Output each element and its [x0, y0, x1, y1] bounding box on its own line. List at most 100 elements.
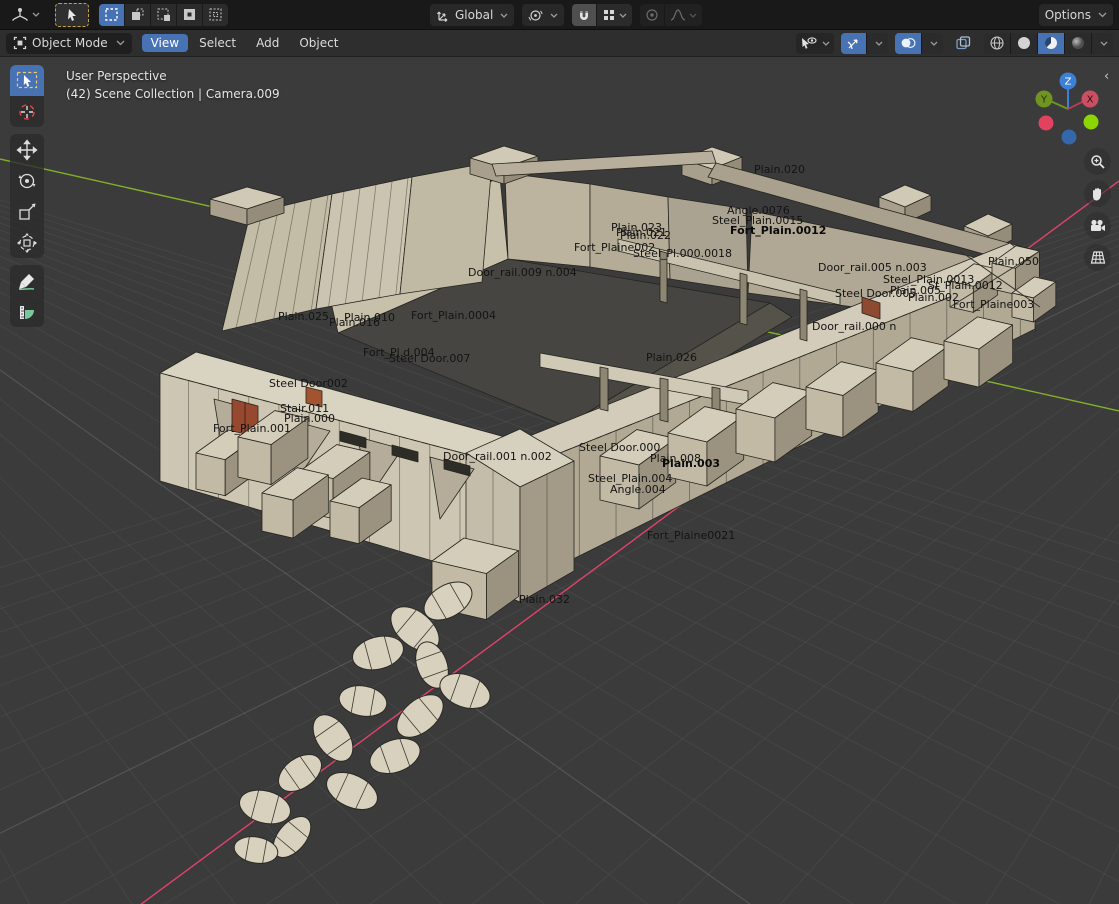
object-label: Plain.003 [662, 457, 720, 470]
editor-type-3d-viewport-icon [11, 7, 29, 23]
object-label: Door_rail.000 n [812, 320, 897, 333]
object-label: Plain.000 [284, 412, 335, 425]
object-label: Plain.020 [754, 163, 805, 176]
toggle-xray-button[interactable] [950, 32, 977, 54]
chevron-down-icon [550, 13, 558, 18]
shading-material-preview-button[interactable] [1038, 32, 1065, 54]
gizmo-axis-y-neg[interactable] [1083, 114, 1099, 130]
object-label: Steel Door.000 [579, 441, 661, 454]
object-label: Fort_Plain.0004 [411, 309, 496, 322]
object-label: Fort_Plain.001 [213, 422, 291, 435]
overlays-dropdown[interactable] [922, 32, 943, 54]
zoom-button[interactable] [1084, 148, 1111, 175]
tool-annotate-button[interactable] [10, 265, 44, 296]
menu-item[interactable]: Object [290, 34, 347, 52]
camera-view-button[interactable] [1084, 212, 1111, 239]
pivot-point-dropdown[interactable] [522, 4, 565, 26]
object-label: Plain.025 [278, 310, 329, 323]
tool-cursor-button[interactable] [10, 96, 44, 127]
chevron-down-icon [500, 13, 508, 18]
gizmo-z-label: Z [1065, 77, 1072, 88]
select-mode-set-button[interactable] [99, 3, 125, 26]
proportional-editing-toggle[interactable] [640, 4, 666, 26]
object-label: Steel Door.005 [835, 287, 917, 300]
object-label: Plain.010 [344, 311, 395, 324]
tool-transform-button[interactable] [10, 227, 44, 258]
select-mode-subtract-button[interactable] [151, 3, 177, 26]
transform-orientation-dropdown[interactable]: Global [430, 4, 515, 26]
mode-dropdown[interactable]: Object Mode [6, 32, 132, 54]
mode-label: Object Mode [32, 36, 108, 50]
pivot-point-icon [528, 8, 543, 23]
orientation-label: Global [455, 8, 494, 22]
object-label: Door_rail.009 n.004 [468, 266, 577, 279]
object-label: Steel Door.007 [389, 352, 471, 365]
view-perspective-label: User Perspective [66, 69, 167, 83]
chevron-down-icon [689, 13, 697, 18]
options-label: Options [1044, 7, 1091, 22]
object-mode-icon [13, 36, 27, 50]
select-mode-intersect-button[interactable] [203, 3, 228, 26]
snap-target-grid-icon [602, 8, 616, 22]
chevron-down-icon [116, 40, 125, 46]
menu-item[interactable]: Add [247, 34, 288, 52]
tool-measure-button[interactable] [10, 296, 44, 327]
gizmo-x-label: X [1087, 95, 1094, 106]
toggle-orthographic-button[interactable] [1084, 244, 1111, 271]
chevron-down-icon [619, 13, 627, 18]
shading-dropdown[interactable] [1092, 32, 1113, 54]
shading-solid-button[interactable] [1011, 32, 1038, 54]
select-mode-group [99, 3, 228, 26]
shading-rendered-button[interactable] [1065, 32, 1092, 54]
orientation-global-icon [436, 8, 451, 23]
toolbar [10, 65, 44, 327]
falloff-curve-icon [670, 8, 686, 22]
overlays-icon [900, 36, 916, 50]
object-label: Steel_Pl.000.0018 [633, 247, 733, 260]
pan-hand-button[interactable] [1084, 180, 1111, 207]
gizmo-y-label: Y [1040, 95, 1048, 106]
select-mode-extend-button[interactable] [125, 3, 151, 26]
viewport-overlays-toggle[interactable] [895, 32, 922, 54]
viewport-menus: View Select Add Object [141, 34, 348, 52]
shading-wireframe-button[interactable] [984, 32, 1011, 54]
object-label: Angle.004 [610, 483, 666, 496]
tool-scale-button[interactable] [10, 196, 44, 227]
sidebar-collapse-arrow[interactable]: ‹ [1104, 69, 1109, 84]
proportional-editing-icon [645, 8, 659, 22]
menu-item[interactable]: Select [190, 34, 245, 52]
object-label: Fort_Plaine003 [953, 298, 1035, 311]
navigation-gizmo[interactable]: Z Y X [1024, 61, 1108, 145]
object-label: Plain.050 [988, 255, 1039, 268]
active-collection-label: (42) Scene Collection | Camera.009 [66, 87, 280, 101]
gizmos-dropdown[interactable] [867, 32, 888, 54]
show-object-types-icon [800, 36, 817, 51]
menu-item[interactable]: View [141, 34, 189, 52]
chevron-down-icon [1098, 12, 1107, 18]
tool-rotate-button[interactable] [10, 165, 44, 196]
chevron-down-icon [930, 41, 938, 46]
snap-target-dropdown[interactable] [597, 4, 633, 26]
snap-toggle-button[interactable] [572, 4, 598, 26]
proportional-falloff-dropdown[interactable] [665, 4, 703, 26]
chevron-down-icon [822, 41, 830, 46]
editor-type-button[interactable] [6, 4, 45, 26]
tool-select-box-button[interactable] [10, 65, 44, 96]
tool-move-button[interactable] [10, 134, 44, 165]
gizmo-axis-x-neg[interactable] [1038, 115, 1054, 131]
chevron-down-icon [1100, 41, 1108, 46]
active-tool-select-box-button[interactable] [55, 2, 89, 27]
options-dropdown[interactable]: Options [1038, 3, 1113, 26]
gizmo-axis-z-neg[interactable] [1061, 129, 1077, 145]
gizmos-icon [846, 36, 861, 51]
3d-viewport[interactable]: User Perspective (42) Scene Collection |… [0, 57, 1119, 904]
viewport-info-overlay: User Perspective (42) Scene Collection |… [66, 67, 280, 103]
select-mode-invert-button[interactable] [177, 3, 203, 26]
object-label: Plain.032 [519, 593, 570, 606]
show-object-types-dropdown[interactable] [796, 32, 834, 54]
object-label: Plain.026 [646, 351, 697, 364]
viewport-gizmos-toggle[interactable] [841, 32, 867, 54]
topbar: Global Options [0, 0, 1119, 30]
chevron-down-icon [875, 41, 883, 46]
object-label: Fort_Plain.0012 [730, 224, 827, 237]
